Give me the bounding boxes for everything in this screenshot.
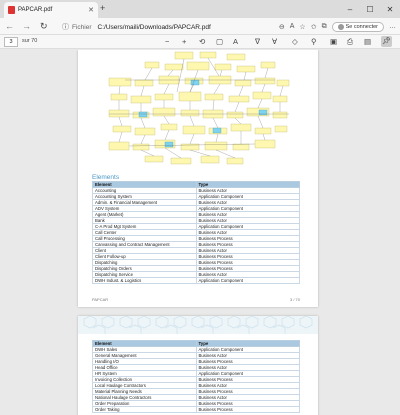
page-total: sur 70 — [22, 38, 38, 44]
archimate-diagram — [108, 51, 290, 165]
element-cell: Order Taking — [92, 406, 197, 413]
forward-arrow-icon[interactable]: → — [22, 21, 31, 31]
pdf-page: Element Type DWH Sales Application Compon… — [78, 316, 318, 415]
maximize-icon[interactable]: ☐ — [360, 0, 380, 18]
url-text[interactable]: C:/Users/maili/Downloads/PAPCAR.pdf — [98, 24, 211, 31]
page-footer-title: PAPCAR — [92, 297, 109, 302]
save-as-icon[interactable]: ▤ — [364, 37, 371, 46]
section-title: Elements — [92, 174, 120, 181]
draw-icon[interactable]: ∇ — [255, 37, 260, 46]
page-view-icon[interactable]: ▢ — [216, 37, 223, 46]
page-footer-number: 3 / 70 — [289, 297, 300, 302]
signin-label: Se connecter — [345, 23, 378, 30]
address-actions: ⊖ A ☆ ✩ ⧉ Se connecter … — [279, 20, 396, 33]
pdf-toolbar: 3 sur 70 − + ⟲ ▢ A ∇ ∀ ◇ ⚲ ▣ ⎙ ▤ 📌︎ — [0, 35, 400, 49]
pdf-viewer[interactable]: Elements Element Type Accounting Business… — [0, 50, 400, 415]
address-bar: ← → ↻ ⓘ Fichier C:/Users/maili/Downloads… — [0, 18, 400, 35]
print-icon[interactable]: ⎙ — [347, 37, 353, 47]
info-icon[interactable]: ⓘ — [62, 22, 69, 32]
signin-button[interactable]: Se connecter — [331, 21, 384, 32]
read-aloud-icon[interactable]: A — [233, 37, 238, 46]
pdf-page: Elements Element Type Accounting Business… — [78, 50, 318, 307]
table-row: DWH Indust. & Logistics Application Compo… — [92, 277, 300, 284]
tab-title: PAPCAR.pdf — [18, 7, 53, 13]
close-window-icon[interactable]: ✕ — [380, 0, 400, 18]
save-icon[interactable]: ▣ — [330, 37, 337, 46]
close-tab-icon[interactable]: ✕ — [88, 6, 94, 14]
hexagon-banner — [78, 316, 318, 334]
pin-icon[interactable]: 📌︎ — [381, 36, 392, 47]
star-icon[interactable]: ☆ — [299, 23, 305, 31]
erase-icon[interactable]: ◇ — [292, 37, 298, 46]
collections-icon[interactable]: ⧉ — [322, 23, 327, 31]
read-aloud-icon[interactable]: A — [290, 23, 295, 30]
window-controls: – ☐ ✕ — [340, 0, 400, 18]
zoom-out-icon[interactable]: − — [165, 37, 169, 46]
zoom-in-icon[interactable]: + — [182, 37, 186, 46]
favorites-icon[interactable]: ✩ — [311, 23, 317, 31]
fit-page-icon[interactable]: ⟲ — [199, 37, 205, 46]
scheme-label: Fichier — [72, 23, 92, 31]
pdf-icon — [8, 6, 15, 14]
profile-icon — [337, 23, 344, 30]
tab-papcar[interactable]: PAPCAR.pdf ✕ — [4, 2, 98, 18]
minimize-icon[interactable]: – — [340, 0, 360, 18]
zoom-icon[interactable]: ⊖ — [279, 23, 285, 31]
refresh-icon[interactable]: ↻ — [40, 21, 48, 32]
page-number-input[interactable]: 3 — [4, 37, 18, 47]
table-row: Order Taking Business Process — [92, 406, 300, 413]
browser-window: PAPCAR.pdf ✕ + – ☐ ✕ ← → ↻ ⓘ Fichier C:/… — [0, 0, 400, 415]
plus-icon[interactable]: + — [100, 3, 105, 13]
highlight-icon[interactable]: ∀ — [272, 37, 277, 46]
elements-table: Element Type DWH Sales Application Compon… — [92, 340, 300, 413]
tab-bar: PAPCAR.pdf ✕ + – ☐ ✕ — [0, 0, 400, 18]
search-icon[interactable]: ⚲ — [311, 37, 317, 46]
back-arrow-icon[interactable]: ← — [5, 21, 14, 31]
url-field[interactable]: ⓘ Fichier C:/Users/maili/Downloads/PAPCA… — [62, 21, 274, 33]
type-cell: Application Component — [195, 277, 300, 284]
more-icon[interactable]: … — [389, 23, 396, 30]
type-cell: Business Process — [195, 406, 300, 413]
element-cell: DWH Indust. & Logistics — [92, 277, 197, 284]
elements-table: Element Type Accounting Business Actor Ac… — [92, 181, 300, 284]
